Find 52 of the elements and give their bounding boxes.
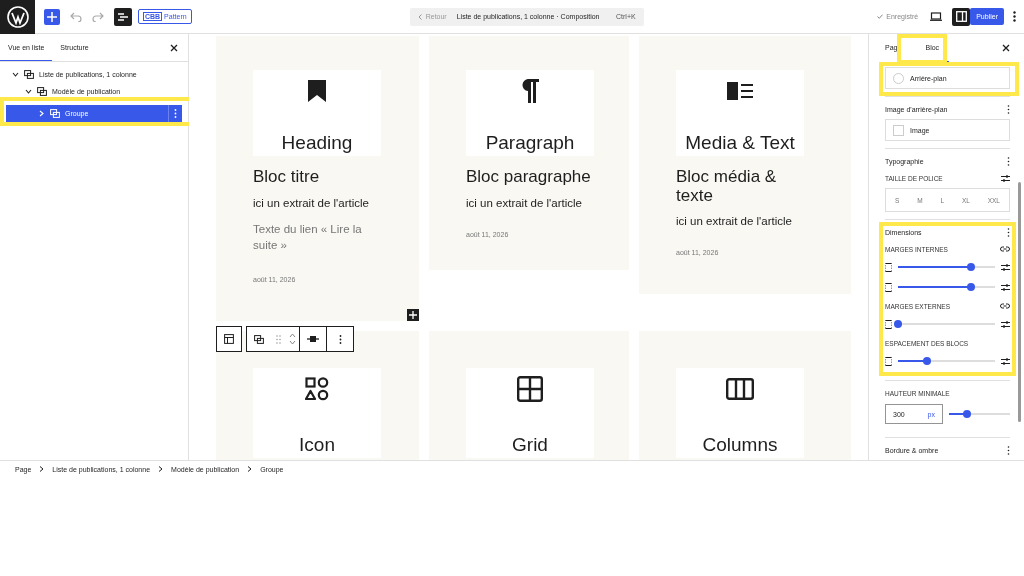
wordpress-logo-icon[interactable] <box>0 0 35 34</box>
post-title: Bloc paragraphe <box>466 168 592 187</box>
post-excerpt: ici un extrait de l'article <box>676 215 793 228</box>
side-icon <box>885 282 892 292</box>
desktop-preview-icon[interactable] <box>930 12 943 21</box>
post-excerpt: ici un extrait de l'article <box>253 196 370 209</box>
slider-thumb[interactable] <box>963 410 972 418</box>
link-icon[interactable] <box>1000 303 1010 309</box>
chevron-icon <box>247 466 253 472</box>
chevron-icon <box>158 466 164 472</box>
read-more-link[interactable]: Texte du lien « Lire la suite » <box>253 220 378 255</box>
close-icon[interactable] <box>1002 44 1010 52</box>
settings-icon[interactable] <box>1001 263 1010 271</box>
list-view-icon[interactable] <box>114 7 132 26</box>
slider-thumb[interactable] <box>923 357 932 365</box>
add-block-icon[interactable] <box>407 309 419 322</box>
more-options-icon[interactable] <box>1007 445 1010 455</box>
chevron-icon[interactable] <box>25 88 32 95</box>
settings-icon[interactable] <box>1001 283 1010 291</box>
add-block-button[interactable] <box>44 8 60 25</box>
block-type-icon[interactable] <box>216 326 242 352</box>
chevron-icon <box>39 466 45 472</box>
slider-thumb[interactable] <box>966 283 975 291</box>
close-icon[interactable] <box>170 43 178 52</box>
post-excerpt: ici un extrait de l'article <box>466 196 583 209</box>
slider-thumb[interactable] <box>894 320 902 328</box>
post-title: Bloc média & texte <box>676 168 778 206</box>
more-options-icon[interactable] <box>1007 227 1010 237</box>
block-icon <box>50 109 60 118</box>
options-menu-icon[interactable] <box>1013 11 1016 22</box>
image-caption: Icon <box>299 434 335 457</box>
image-caption: Heading <box>281 132 353 154</box>
settings-icon[interactable] <box>1001 174 1010 182</box>
post-title: Bloc titre <box>253 168 321 187</box>
side-icon <box>885 262 892 272</box>
settings-icon[interactable] <box>1001 320 1010 328</box>
settings-icon[interactable] <box>1001 357 1010 365</box>
more-options-icon[interactable] <box>1007 156 1010 166</box>
image-caption: Grid <box>512 434 548 457</box>
side-icon <box>885 356 892 366</box>
link-icon[interactable] <box>1000 246 1010 252</box>
more-options-icon[interactable] <box>1007 104 1010 114</box>
slider-thumb[interactable] <box>966 263 975 271</box>
image-caption: Media & Text <box>685 132 795 154</box>
pilcrow-icon <box>520 76 540 106</box>
chevron-icon[interactable] <box>12 71 19 78</box>
check-icon <box>877 14 884 19</box>
settings-toggle-icon[interactable] <box>952 7 971 26</box>
image-caption: Paragraph <box>485 132 575 154</box>
image-caption: Columns <box>702 434 778 457</box>
grid-icon <box>517 374 543 405</box>
side-icon <box>885 319 892 329</box>
